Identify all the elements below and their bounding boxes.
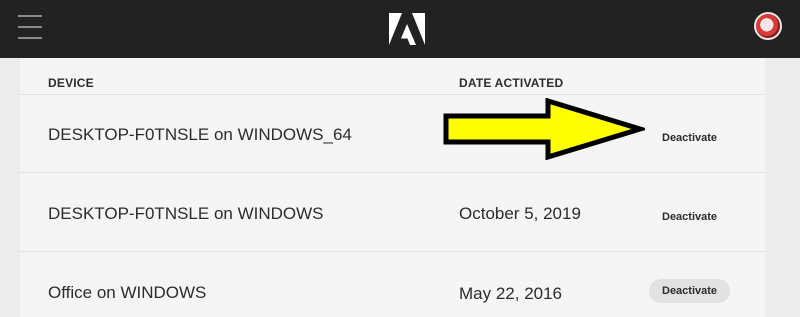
- device-name-row-1: DESKTOP-F0TNSLE on WINDOWS_64: [48, 125, 352, 144]
- deactivate-button-row-3[interactable]: Deactivate: [649, 279, 731, 303]
- deactivate-button-row-2[interactable]: Deactivate: [649, 205, 730, 229]
- row-divider: [20, 251, 765, 252]
- header-divider: [20, 94, 765, 95]
- column-header-date-activated: DATE ACTIVATED: [459, 76, 564, 90]
- adobe-logo-icon[interactable]: [389, 13, 425, 45]
- row-divider: [20, 172, 765, 173]
- user-avatar[interactable]: [754, 12, 782, 40]
- device-name-row-2: DESKTOP-F0TNSLE on WINDOWS: [48, 204, 324, 223]
- column-header-device: DEVICE: [48, 76, 94, 90]
- hamburger-menu-icon[interactable]: [18, 15, 42, 39]
- annotation-arrow-icon: [443, 98, 645, 160]
- device-name-row-3: Office on WINDOWS: [48, 283, 207, 302]
- date-activated-row-3: May 22, 2016: [459, 284, 563, 303]
- top-bar: [0, 0, 800, 58]
- deactivate-button-row-1[interactable]: Deactivate: [649, 126, 730, 150]
- devices-panel: [20, 58, 765, 317]
- date-activated-row-2: October 5, 2019: [459, 204, 581, 223]
